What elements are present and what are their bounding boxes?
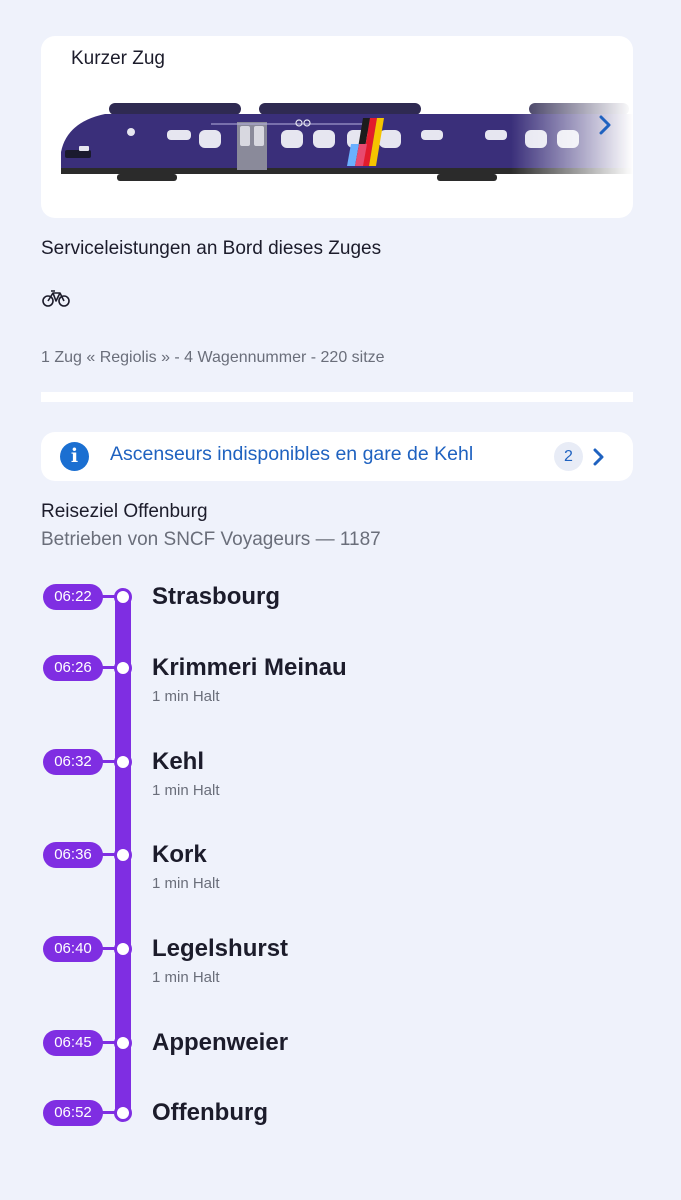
info-icon: i [60, 442, 89, 471]
alert-text: Ascenseurs indisponibles en gare de Kehl [110, 443, 474, 465]
departure-time-pill: 06:45 [43, 1030, 103, 1056]
stop-halt-duration: 1 min Halt [152, 782, 220, 799]
stop-dot [114, 1034, 132, 1052]
chevron-right-icon[interactable] [592, 448, 606, 466]
train-composition-card[interactable]: Kurzer Zug [41, 36, 633, 218]
bike-icon [42, 290, 70, 307]
stop-halt-duration: 1 min Halt [152, 875, 220, 892]
departure-time-pill: 06:36 [43, 842, 103, 868]
train-length-label: Kurzer Zug [71, 48, 165, 69]
stop-name: Legelshurst [152, 935, 289, 962]
departure-time-pill: 06:32 [43, 749, 103, 775]
stop-row[interactable]: 06:22 Strasbourg [0, 583, 681, 610]
departure-time-pill: 06:26 [43, 655, 103, 681]
train-details-text: 1 Zug « Regiolis » - 4 Wagennummer - 220… [41, 349, 385, 366]
stop-row[interactable]: 06:40 Legelshurst 1 min Halt [0, 935, 681, 986]
disruption-alert[interactable]: i Ascenseurs indisponibles en gare de Ke… [41, 432, 633, 481]
stop-row[interactable]: 06:52 Offenburg [0, 1099, 681, 1126]
chevron-right-icon[interactable] [597, 114, 613, 136]
onboard-services-title: Serviceleistungen an Bord dieses Zuges [41, 238, 382, 259]
departure-time-pill: 06:40 [43, 936, 103, 962]
stop-name: Appenweier [152, 1029, 289, 1056]
stop-name: Krimmeri Meinau [152, 654, 347, 681]
stop-halt-duration: 1 min Halt [152, 969, 220, 986]
stop-dot [114, 1104, 132, 1122]
stop-row[interactable]: 06:45 Appenweier [0, 1029, 681, 1056]
stop-row[interactable]: 06:32 Kehl 1 min Halt [0, 748, 681, 799]
stop-name: Kehl [152, 748, 205, 775]
destination-heading: Reiseziel Offenburg [41, 501, 208, 522]
stop-row[interactable]: 06:36 Kork 1 min Halt [0, 841, 681, 892]
alert-count-badge: 2 [554, 442, 583, 471]
stop-dot [114, 588, 132, 606]
train-illustration [61, 86, 633, 182]
stop-name: Offenburg [152, 1099, 268, 1126]
stop-name: Kork [152, 841, 207, 868]
departure-time-pill: 06:22 [43, 584, 103, 610]
stop-row[interactable]: 06:26 Krimmeri Meinau 1 min Halt [0, 654, 681, 705]
stop-dot [114, 659, 132, 677]
stop-name: Strasbourg [152, 583, 281, 610]
stop-dot [114, 846, 132, 864]
arrival-time-pill: 06:52 [43, 1100, 103, 1126]
stop-halt-duration: 1 min Halt [152, 688, 220, 705]
stop-dot [114, 940, 132, 958]
section-divider [41, 392, 633, 402]
stop-dot [114, 753, 132, 771]
operator-text: Betrieben von SNCF Voyageurs — 1187 [41, 529, 381, 550]
